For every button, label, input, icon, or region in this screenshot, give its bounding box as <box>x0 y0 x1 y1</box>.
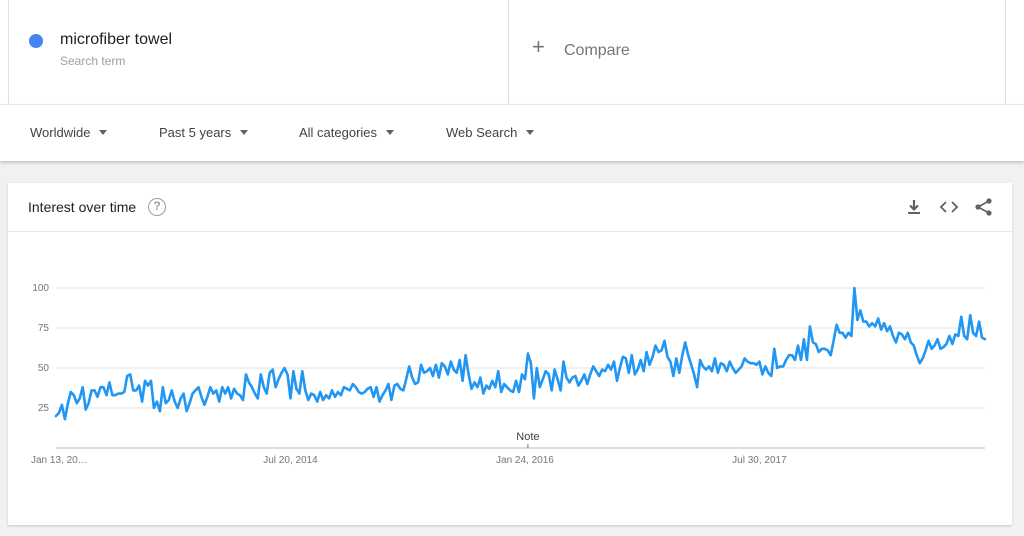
x-tick-label: Jan 13, 20… <box>31 455 88 466</box>
filter-search-type-label: Web Search <box>446 125 518 140</box>
plus-icon: + <box>532 34 545 59</box>
filter-location-label: Worldwide <box>30 125 91 140</box>
filter-time-label: Past 5 years <box>159 125 232 140</box>
note-label: Note <box>516 431 539 443</box>
search-term-card[interactable]: microfiber towel Search term <box>8 0 509 104</box>
interest-over-time-card: Interest over time ? 25 50 75 100 Jan 13, 20… <box>8 183 1012 525</box>
compare-label: Compare <box>564 42 630 59</box>
filter-search-type-dropdown[interactable]: Web Search <box>446 125 535 140</box>
search-term-sublabel: Search term <box>60 54 126 68</box>
caret-down-icon <box>99 130 108 135</box>
y-tick-label: 50 <box>38 363 50 374</box>
filter-category-label: All categories <box>299 125 378 140</box>
x-tick-label: Jan 24, 2016 <box>496 455 554 466</box>
interest-line-chart: 25 50 75 100 Jan 13, 20… Jul 20, 2014 Jan 24, … <box>31 283 987 466</box>
y-tick-label: 25 <box>38 403 50 414</box>
search-term-label[interactable]: microfiber towel <box>60 31 172 49</box>
search-term-bar: microfiber towel Search term + Compare <box>0 0 1024 104</box>
x-tick-label: Jul 30, 2017 <box>732 455 787 466</box>
filter-location-dropdown[interactable]: Worldwide <box>30 125 108 140</box>
filter-bar: Worldwide Past 5 years All categories We… <box>0 104 1024 161</box>
filter-category-dropdown[interactable]: All categories <box>299 125 395 140</box>
x-tick-label: Jul 20, 2014 <box>263 455 318 466</box>
filter-time-dropdown[interactable]: Past 5 years <box>159 125 249 140</box>
caret-down-icon <box>526 130 535 135</box>
y-tick-label: 100 <box>32 283 49 294</box>
y-tick-label: 75 <box>38 323 50 334</box>
series-line <box>54 286 987 421</box>
term-color-dot <box>29 34 43 48</box>
compare-button[interactable]: + Compare <box>510 0 1006 104</box>
caret-down-icon <box>240 130 249 135</box>
caret-down-icon <box>386 130 395 135</box>
